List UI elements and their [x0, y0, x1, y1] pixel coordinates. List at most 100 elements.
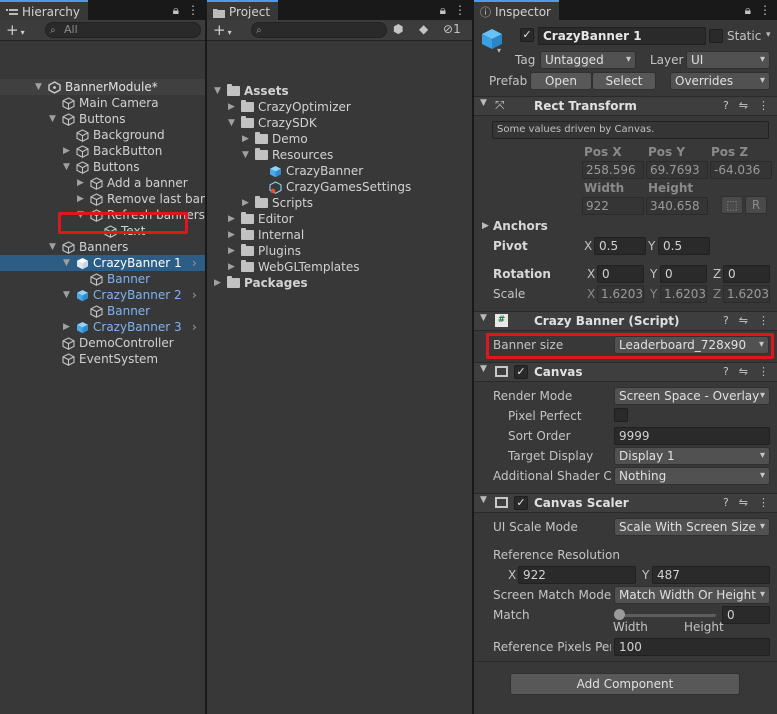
more-icon[interactable]: ⋮	[187, 3, 199, 18]
width-field[interactable]: 922	[582, 197, 644, 215]
help-icon[interactable]: ?	[723, 314, 729, 327]
hierarchy-item[interactable]: Text	[0, 223, 205, 239]
presets-icon[interactable]: ⇋	[739, 365, 748, 378]
raw-edit-button[interactable]: R	[745, 196, 767, 214]
pos-x-field[interactable]: 258.596	[582, 161, 644, 179]
scale-z-field[interactable]: 1.62039	[723, 285, 770, 303]
canvas-scaler-header[interactable]: ▼ ✓ Canvas Scaler ? ⇋ ⋮	[474, 493, 777, 513]
help-icon[interactable]: ?	[723, 365, 729, 378]
hierarchy-item[interactable]: ▶ Add a banner	[0, 175, 205, 191]
screen-match-mode-dropdown[interactable]: Match Width Or Height	[614, 586, 770, 604]
project-item[interactable]: ▼ CrazySDK	[207, 115, 472, 131]
rotation-x-field[interactable]: 0	[597, 265, 644, 283]
open-prefab-chevron-icon[interactable]: ›	[192, 319, 197, 335]
presets-icon[interactable]: ⇋	[739, 99, 748, 112]
reference-y-field[interactable]: 487	[652, 566, 770, 584]
hierarchy-search-input[interactable]: ⌕ All	[45, 22, 201, 38]
ui-scale-mode-dropdown[interactable]: Scale With Screen Size	[614, 518, 770, 536]
more-icon[interactable]: ⋮	[758, 99, 769, 112]
rect-transform-header[interactable]: ▼ ⤧ Rect Transform ? ⇋ ⋮	[474, 96, 777, 116]
rotation-y-field[interactable]: 0	[660, 265, 707, 283]
project-item[interactable]: ▶ Editor	[207, 211, 472, 227]
expand-arrow-right-icon[interactable]: ▶	[228, 211, 235, 227]
match-value-field[interactable]: 0	[722, 606, 770, 624]
expand-arrow-right-icon[interactable]: ▶	[214, 275, 221, 291]
pos-z-field[interactable]: -64.036	[710, 161, 772, 179]
tab-project[interactable]: Project	[207, 0, 279, 20]
project-search-input[interactable]: ⌕	[251, 22, 387, 38]
expand-arrow-down-icon[interactable]: ▼	[35, 79, 42, 95]
lock-icon[interactable]: 🔒︎	[173, 3, 179, 18]
height-field[interactable]: 340.658	[646, 197, 708, 215]
hierarchy-item[interactable]: ▼ Refresh banners	[0, 207, 205, 223]
layer-dropdown[interactable]: UI	[686, 51, 770, 69]
expand-arrow-down-icon[interactable]: ▼	[228, 115, 235, 131]
shader-channels-dropdown[interactable]: Nothing	[614, 467, 770, 485]
project-item[interactable]: ▶ WebGLTemplates	[207, 259, 472, 275]
icon-dropdown-icon[interactable]: ▾	[497, 46, 501, 55]
render-mode-dropdown[interactable]: Screen Space - Overlay	[614, 387, 770, 405]
expand-arrow-right-icon[interactable]: ▶	[77, 175, 84, 191]
project-item[interactable]: ▶ Scripts	[207, 195, 472, 211]
crazy-banner-header[interactable]: ▼ # Crazy Banner (Script) ? ⇋ ⋮	[474, 311, 777, 331]
prefab-select-button[interactable]: Select	[592, 72, 656, 90]
project-item[interactable]: ▶ Demo	[207, 131, 472, 147]
project-item[interactable]: CrazyBanner	[207, 163, 472, 179]
banner-size-dropdown[interactable]: Leaderboard_728x90	[614, 336, 769, 354]
filter-by-label-icon[interactable]: ◆	[419, 22, 428, 36]
hierarchy-item[interactable]: Banner	[0, 271, 205, 287]
project-item[interactable]: ▶ CrazyOptimizer	[207, 99, 472, 115]
expand-arrow-down-icon[interactable]: ▼	[63, 287, 70, 303]
pivot-x-field[interactable]: 0.5	[594, 237, 646, 255]
reference-x-field[interactable]: 922	[518, 566, 636, 584]
hierarchy-item[interactable]: ▶ BackButton	[0, 143, 205, 159]
expand-arrow-right-icon[interactable]: ▶	[228, 227, 235, 243]
hierarchy-item[interactable]: DemoController	[0, 335, 205, 351]
scale-x-field[interactable]: 1.62039	[597, 285, 644, 303]
expand-arrow-down-icon[interactable]: ▼	[242, 147, 249, 163]
expand-arrow-right-icon[interactable]: ▶	[63, 319, 70, 335]
prefab-overrides-dropdown[interactable]: Overrides	[670, 72, 770, 90]
help-icon[interactable]: ?	[723, 496, 729, 509]
expand-arrow-down-icon[interactable]: ▼	[77, 207, 84, 223]
match-slider-handle[interactable]	[614, 609, 625, 620]
expand-arrow-down-icon[interactable]: ▼	[63, 255, 70, 271]
rotation-z-field[interactable]: 0	[723, 265, 770, 283]
foldout-arrow-icon[interactable]: ▼	[480, 98, 487, 108]
expand-arrow-right-icon[interactable]: ▶	[242, 131, 249, 147]
filter-by-type-icon[interactable]: ⬢	[393, 22, 403, 36]
canvas-scaler-enabled-checkbox[interactable]: ✓	[514, 496, 528, 510]
target-display-dropdown[interactable]: Display 1	[614, 447, 770, 465]
hierarchy-item[interactable]: ▶ Remove last banner	[0, 191, 205, 207]
presets-icon[interactable]: ⇋	[739, 314, 748, 327]
pos-y-field[interactable]: 69.7693	[646, 161, 708, 179]
hierarchy-item[interactable]: ▼ Banners	[0, 239, 205, 255]
static-checkbox[interactable]	[709, 29, 723, 43]
tag-dropdown[interactable]: Untagged	[540, 51, 636, 69]
expand-arrow-down-icon[interactable]: ▼	[49, 111, 56, 127]
create-button[interactable]: + ▾	[6, 21, 25, 39]
hierarchy-item[interactable]: ▼ Buttons	[0, 111, 205, 127]
reference-pixels-field[interactable]: 100	[614, 638, 770, 656]
help-icon[interactable]: ?	[723, 99, 729, 112]
project-item[interactable]: ▶ Plugins	[207, 243, 472, 259]
expand-arrow-right-icon[interactable]: ▶	[228, 99, 235, 115]
expand-arrow-right-icon[interactable]: ▶	[63, 143, 70, 159]
project-item[interactable]: ▼ Assets	[207, 83, 472, 99]
static-dropdown-icon[interactable]: ▾	[766, 30, 771, 40]
more-icon[interactable]: ⋮	[758, 496, 769, 509]
hierarchy-item[interactable]: ▼ Buttons	[0, 159, 205, 175]
more-icon[interactable]: ⋮	[454, 3, 466, 18]
expand-arrow-down-icon[interactable]: ▼	[63, 159, 70, 175]
more-icon[interactable]: ⋮	[758, 314, 769, 327]
project-item[interactable]: CrazyGamesSettings	[207, 179, 472, 195]
create-button[interactable]: + ▾	[213, 21, 232, 39]
expand-arrow-down-icon[interactable]: ▼	[214, 83, 221, 99]
pixel-perfect-checkbox[interactable]	[614, 408, 628, 422]
sort-order-field[interactable]: 9999	[614, 427, 770, 445]
lock-icon[interactable]: 🔒︎	[440, 3, 446, 18]
hierarchy-item[interactable]: Main Camera	[0, 95, 205, 111]
foldout-arrow-icon[interactable]: ▼	[480, 364, 487, 374]
canvas-header[interactable]: ▼ ✓ Canvas ? ⇋ ⋮	[474, 362, 777, 382]
hierarchy-item[interactable]: ▼ BannerModule*	[0, 79, 205, 95]
